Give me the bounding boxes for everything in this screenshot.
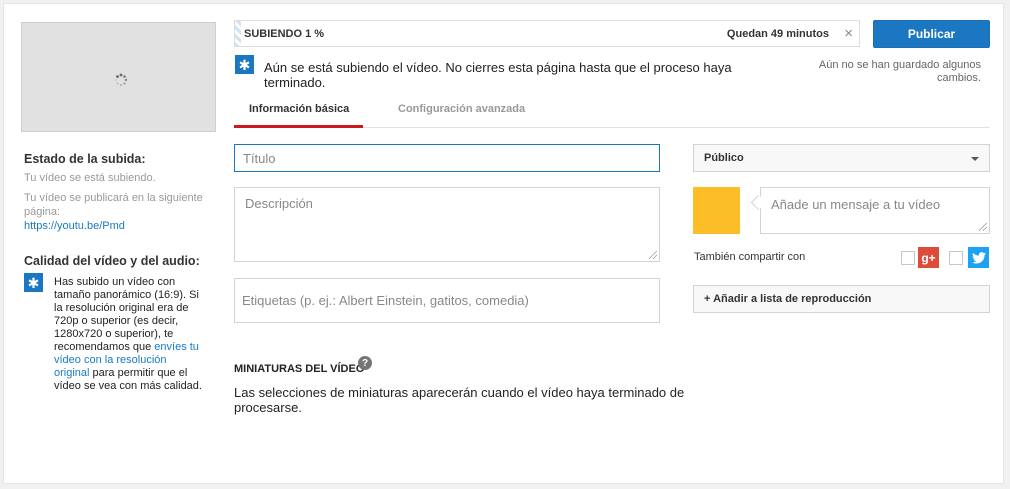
share-message-placeholder: Añade un mensaje a tu vídeo [771,197,941,212]
resize-handle-icon[interactable] [649,251,657,259]
unsaved-changes-text: Aún no se han guardado algunos cambios. [818,59,981,84]
upload-notice: Aún se está subiendo el vídeo. No cierre… [264,60,732,90]
google-plus-icon[interactable]: g+ [918,247,939,268]
upload-status-text: Tu vídeo se está subiendo. [24,172,156,184]
thumbnails-message: Las selecciones de miniaturas aparecerán… [234,385,685,415]
upload-progress-bar: SUBIENDO 1 % Quedan 49 minutos × [234,20,860,47]
add-to-playlist-button[interactable]: + Añadir a lista de reproducción [693,285,990,313]
avatar [693,187,740,234]
share-message-input[interactable]: Añade un mensaje a tu vídeo [760,187,990,234]
gplus-share-checkbox[interactable] [901,251,915,265]
share-with-label: También compartir con [694,251,806,263]
publish-info-text: Tu vídeo se publicará en la siguiente pá… [24,192,203,218]
loading-spinner-icon [115,73,128,86]
quality-text: Has subido un vídeo con tamaño panorámic… [54,276,202,393]
twitter-bird-icon [971,251,986,264]
description-input[interactable]: Descripción [234,187,660,262]
resize-handle-icon[interactable] [979,223,987,231]
quality-heading: Calidad del vídeo y del audio: [24,254,200,268]
active-tab-indicator [234,125,363,128]
thumbnails-heading: MINIATURAS DEL VÍDEO [234,363,365,375]
privacy-select[interactable]: Público [693,144,990,172]
tags-input[interactable]: Etiquetas (p. ej.: Albert Einstein, gati… [234,278,660,323]
twitter-share-checkbox[interactable] [949,251,963,265]
star-icon: ✱ [235,55,254,74]
title-input[interactable]: Título [234,144,660,172]
close-icon[interactable]: × [844,26,853,41]
tab-advanced-settings[interactable]: Configuración avanzada [398,103,525,115]
help-icon[interactable]: ? [358,356,372,370]
time-remaining: Quedan 49 minutos [726,28,829,40]
chevron-down-icon [971,157,979,161]
star-icon: ✱ [24,273,43,292]
upload-progress-fill [235,21,242,46]
video-url-link[interactable]: https://youtu.be/Pmd [24,219,125,233]
upload-status-heading: Estado de la subida: [24,152,146,166]
twitter-icon[interactable] [968,247,989,268]
upload-page: Estado de la subida: Tu vídeo se está su… [3,3,1004,484]
video-thumbnail-placeholder [21,22,216,132]
publish-button[interactable]: Publicar [873,20,990,48]
upload-progress-label: SUBIENDO 1 % [244,28,325,40]
tab-basic-info[interactable]: Información básica [249,103,349,115]
description-placeholder: Descripción [245,196,313,211]
privacy-value: Público [704,152,744,164]
